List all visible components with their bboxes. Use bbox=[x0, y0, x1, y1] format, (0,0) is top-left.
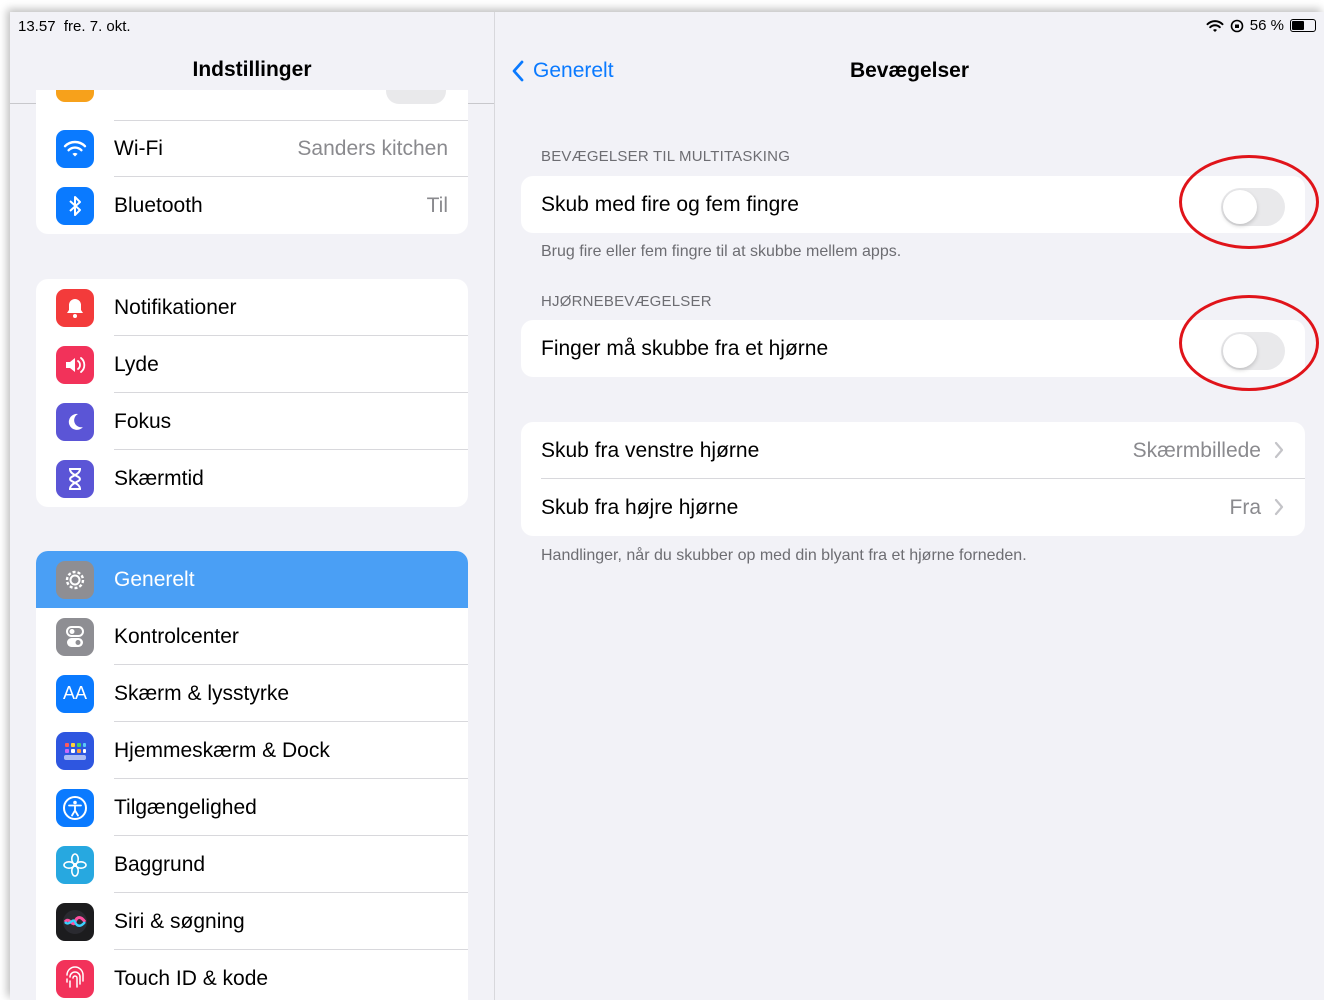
sidebar-item-screen-time[interactable]: Skærmtid bbox=[36, 450, 468, 507]
annotation-circle-toggle-2 bbox=[1179, 295, 1319, 391]
sidebar-item-display-brightness[interactable]: AA Skærm & lysstyrke bbox=[36, 665, 468, 722]
sidebar-item-accessibility[interactable]: Tilgængelighed bbox=[36, 779, 468, 836]
sidebar-item-control-center[interactable]: Kontrolcenter bbox=[36, 608, 468, 665]
battery-icon bbox=[1290, 19, 1316, 32]
sidebar-item-wallpaper[interactable]: Baggrund bbox=[36, 836, 468, 893]
left-corner-swipe-label: Skub fra venstre hjørne bbox=[541, 438, 760, 462]
sidebar-item-label: Notifikationer bbox=[114, 295, 237, 319]
sidebar-item-notifications[interactable]: Notifikationer bbox=[36, 279, 468, 336]
sidebar-item-label: Bluetooth bbox=[114, 193, 203, 217]
sidebar-item-label: Fokus bbox=[114, 409, 172, 433]
detail-pane: 56 % Generelt Bevægelser BEVÆGELSER TIL … bbox=[495, 12, 1324, 1000]
fingerprint-icon bbox=[56, 959, 94, 998]
sidebar-item-touch-id[interactable]: Touch ID & kode bbox=[36, 950, 468, 1000]
section-footer-corner-actions: Handlinger, når du skubber op med din bl… bbox=[541, 547, 1027, 564]
finger-corner-swipe-label: Finger må skubbe fra et hjørne bbox=[541, 336, 829, 360]
toggles-icon bbox=[56, 617, 94, 656]
right-corner-swipe-row[interactable]: Skub fra højre hjørne Fra bbox=[521, 479, 1305, 536]
status-indicators: 56 % bbox=[1206, 17, 1316, 34]
bell-icon bbox=[56, 288, 94, 327]
section-header-corner-gestures: HJØRNEBEVÆGELSER bbox=[541, 293, 712, 310]
moon-icon bbox=[56, 402, 94, 441]
right-corner-swipe-label: Skub fra højre hjørne bbox=[541, 495, 739, 519]
sidebar-item-label: Wi-Fi bbox=[114, 136, 163, 160]
wifi-network-name: Sanders kitchen bbox=[297, 136, 448, 160]
app-grid-icon bbox=[56, 731, 94, 770]
sidebar-item-wifi[interactable]: Wi-Fi Sanders kitchen bbox=[36, 120, 468, 177]
sidebar-group-notifications: Notifikationer Lyde Fokus Skærmtid bbox=[36, 279, 468, 507]
ipad-screen: 13.57 fre. 7. okt. Indstillinger Wi-Fi S… bbox=[10, 12, 1324, 1000]
left-corner-swipe-value: Skærmbillede bbox=[1132, 438, 1261, 462]
wifi-icon bbox=[56, 129, 94, 168]
sidebar-item-label: Kontrolcenter bbox=[114, 624, 239, 648]
chevron-right-icon bbox=[1274, 441, 1284, 459]
sidebar-item-focus[interactable]: Fokus bbox=[36, 393, 468, 450]
sidebar-title: Indstillinger bbox=[192, 58, 312, 81]
hourglass-icon bbox=[56, 459, 94, 498]
airplane-icon bbox=[56, 90, 94, 102]
sidebar-item-label: Tilgængelighed bbox=[114, 795, 257, 819]
section-footer-multitasking: Brug fire eller fem fingre til at skubbe… bbox=[541, 243, 902, 260]
airplane-mode-toggle[interactable] bbox=[386, 90, 446, 104]
flower-icon bbox=[56, 845, 94, 884]
corner-actions-card: Skub fra venstre hjørne Skærmbillede Sku… bbox=[521, 422, 1305, 536]
sidebar-group-general: Generelt Kontrolcenter AA Skærm & lyssty… bbox=[36, 551, 468, 1000]
siri-icon bbox=[56, 902, 94, 941]
status-date: fre. 7. okt. bbox=[63, 18, 131, 35]
four-five-finger-swipe-label: Skub med fire og fem fingre bbox=[541, 192, 799, 216]
settings-sidebar: 13.57 fre. 7. okt. Indstillinger Wi-Fi S… bbox=[10, 12, 495, 1000]
accessibility-icon bbox=[56, 788, 94, 827]
page-title: Bevægelser bbox=[849, 59, 970, 82]
bluetooth-status: Til bbox=[426, 193, 448, 217]
bluetooth-icon bbox=[56, 186, 94, 225]
sidebar-item-label: Touch ID & kode bbox=[114, 966, 269, 990]
text-size-icon: AA bbox=[56, 674, 94, 713]
right-corner-swipe-value: Fra bbox=[1229, 495, 1262, 519]
wifi-status-icon bbox=[1206, 19, 1224, 32]
left-corner-swipe-row[interactable]: Skub fra venstre hjørne Skærmbillede bbox=[521, 422, 1305, 479]
sidebar-item-bluetooth[interactable]: Bluetooth Til bbox=[36, 177, 468, 234]
sidebar-item-label: Generelt bbox=[114, 567, 195, 591]
sidebar-item-siri-search[interactable]: Siri & søgning bbox=[36, 893, 468, 950]
sidebar-item-sounds[interactable]: Lyde bbox=[36, 336, 468, 393]
section-header-multitasking: BEVÆGELSER TIL MULTITASKING bbox=[541, 148, 791, 165]
sidebar-item-home-screen-dock[interactable]: Hjemmeskærm & Dock bbox=[36, 722, 468, 779]
battery-percentage: 56 % bbox=[1249, 17, 1284, 34]
sidebar-item-label: Siri & søgning bbox=[114, 909, 245, 933]
orientation-lock-icon bbox=[1230, 19, 1244, 32]
status-time-date: 13.57 fre. 7. okt. bbox=[18, 18, 131, 35]
speaker-icon bbox=[56, 345, 94, 384]
gear-icon bbox=[56, 560, 94, 599]
sidebar-item-label: Hjemmeskærm & Dock bbox=[114, 738, 330, 762]
sidebar-partial-row bbox=[36, 90, 468, 120]
sidebar-item-label: Baggrund bbox=[114, 852, 206, 876]
sidebar-item-label: Skærm & lysstyrke bbox=[114, 681, 290, 705]
chevron-right-icon bbox=[1274, 498, 1284, 516]
status-time: 13.57 bbox=[18, 18, 56, 35]
sidebar-group-connectivity: Wi-Fi Sanders kitchen Bluetooth Til bbox=[36, 120, 468, 234]
annotation-circle-toggle-1 bbox=[1179, 155, 1319, 249]
sidebar-item-label: Skærmtid bbox=[114, 466, 204, 490]
sidebar-item-label: Lyde bbox=[114, 352, 159, 376]
sidebar-item-general[interactable]: Generelt bbox=[36, 551, 468, 608]
